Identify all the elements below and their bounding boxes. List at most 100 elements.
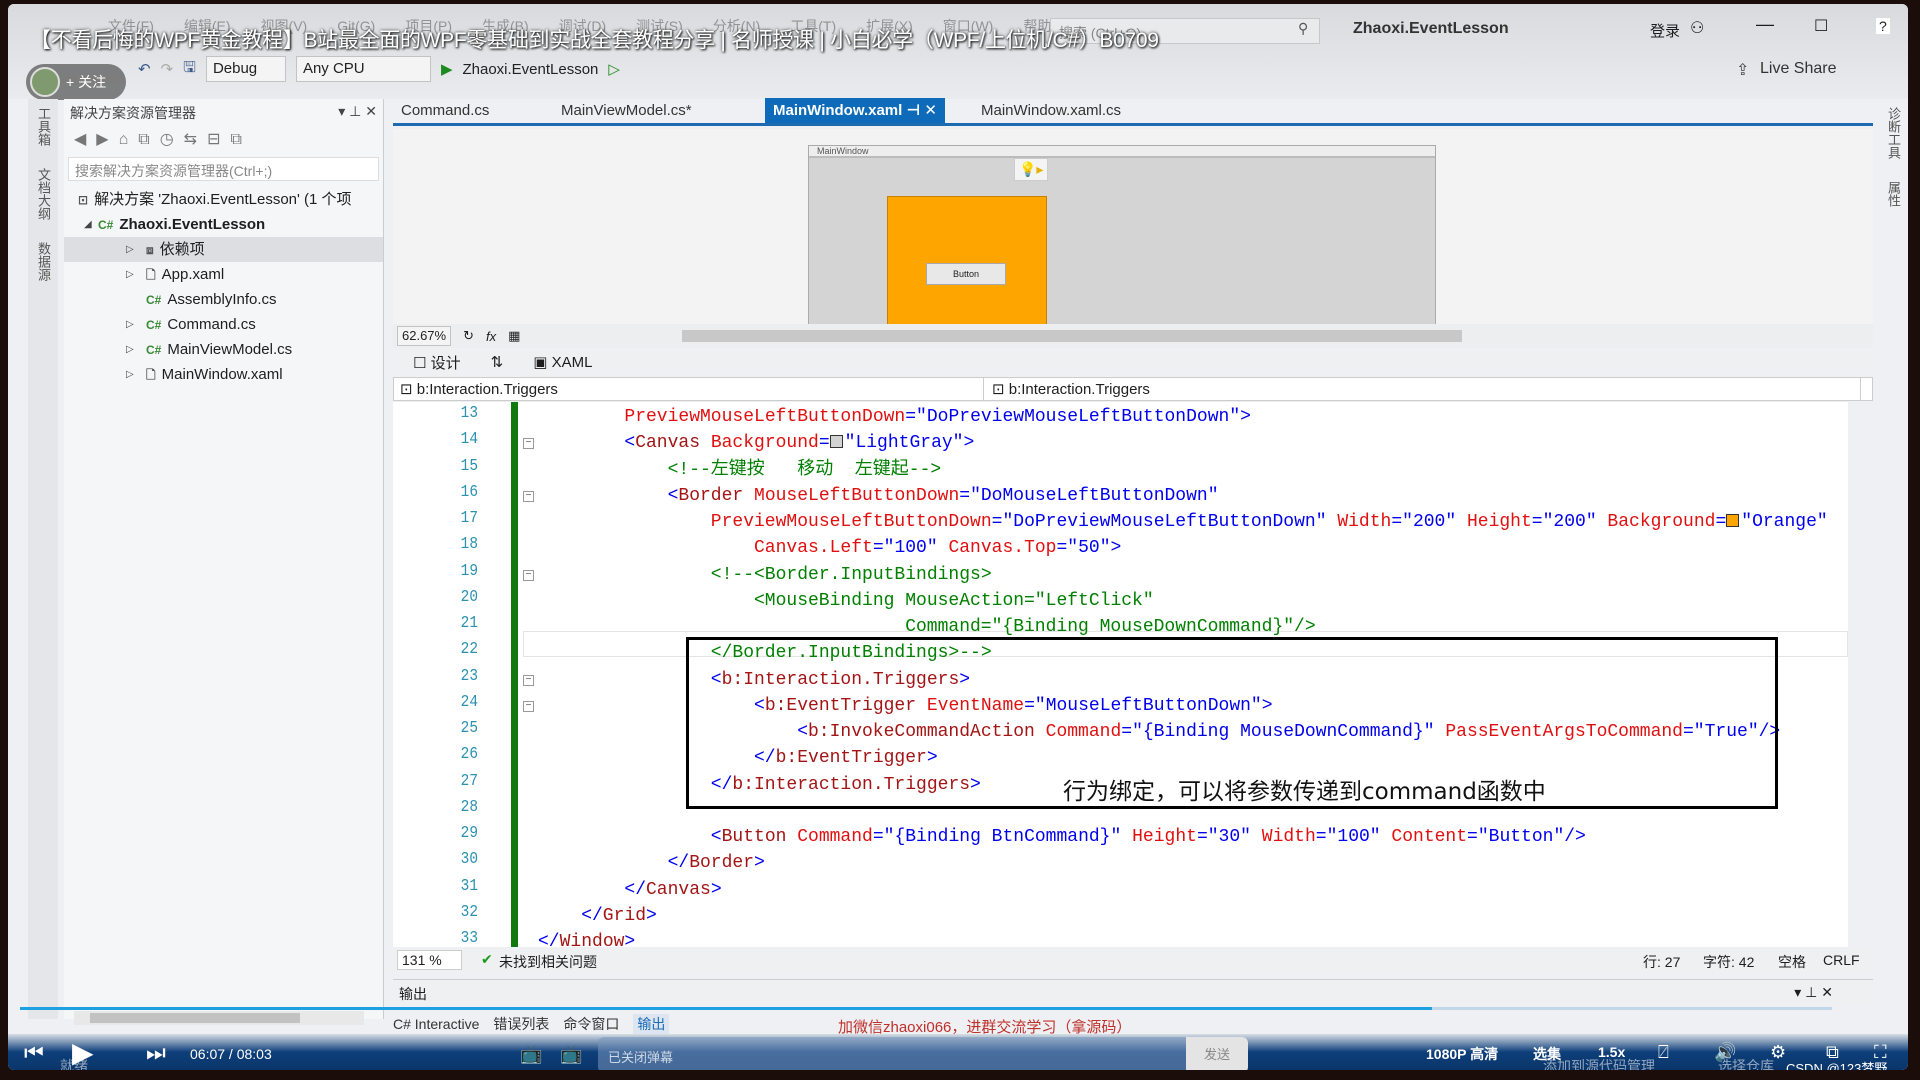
video-progress-played[interactable] bbox=[20, 1007, 1432, 1010]
color-swatch[interactable] bbox=[1726, 514, 1740, 527]
volume-icon[interactable]: 🔊 bbox=[1714, 1042, 1736, 1063]
start-icon[interactable]: ▶ bbox=[441, 60, 453, 78]
tree-item[interactable]: ▷ 🗋 App.xaml bbox=[64, 262, 383, 287]
collapse-icon[interactable]: − bbox=[523, 438, 534, 450]
spacing-indicator[interactable]: 空格 bbox=[1778, 952, 1806, 972]
code-line[interactable]: Canvas.Left="100" Canvas.Top="50"> bbox=[754, 535, 1121, 561]
bottom-tab[interactable]: 输出 bbox=[633, 1014, 670, 1034]
tab-mainwindow-xaml-cs[interactable]: MainWindow.xaml.cs bbox=[973, 98, 1129, 123]
video-progress-buffer[interactable] bbox=[1431, 1007, 1832, 1010]
close-tab-icon[interactable]: ✕ bbox=[924, 102, 937, 119]
maximize-button[interactable]: ☐ bbox=[1814, 16, 1828, 36]
tree-item[interactable]: ▷ 🗋 MainWindow.xaml bbox=[64, 362, 383, 387]
eol-indicator[interactable]: CRLF bbox=[1823, 952, 1860, 968]
tree-item[interactable]: ▷ ⧈ 依赖项 bbox=[64, 237, 383, 262]
code-line[interactable]: </Window> bbox=[538, 929, 635, 947]
grid-icon[interactable]: ▦ bbox=[508, 328, 520, 344]
bottom-tab[interactable]: 错误列表 bbox=[493, 1014, 549, 1034]
collapse-icon[interactable]: − bbox=[523, 674, 534, 686]
expand-arrow-icon[interactable]: ▷ bbox=[126, 337, 134, 362]
tree-item[interactable]: ◢ C# Zhaoxi.EventLesson bbox=[64, 212, 383, 237]
toolbox-tab[interactable]: 工具箱 bbox=[34, 107, 53, 146]
color-swatch[interactable] bbox=[829, 435, 843, 449]
designer-border[interactable]: Button bbox=[887, 196, 1047, 326]
send-button[interactable]: 发送 bbox=[1186, 1037, 1248, 1070]
designer-window[interactable]: MainWindow 💡▸ Button bbox=[808, 145, 1436, 326]
tab-command-cs[interactable]: Command.cs bbox=[393, 98, 497, 123]
tree-item[interactable]: ⊡ 解决方案 'Zhaoxi.EventLesson' (1 个项 bbox=[64, 187, 383, 212]
designer-zoom-dropdown[interactable]: 62.67% bbox=[397, 326, 452, 346]
config-dropdown[interactable]: Debug bbox=[205, 56, 286, 82]
tree-item[interactable]: ▷ C# MainViewModel.cs bbox=[64, 337, 383, 362]
undo-icon[interactable]: ↶ bbox=[138, 60, 151, 78]
code-line[interactable]: <!--左键按 移动 左键起--> bbox=[668, 457, 942, 483]
properties-tab[interactable]: 属性 bbox=[1884, 181, 1903, 207]
panel-controls[interactable]: ▾ ⊥ ✕ bbox=[338, 103, 377, 121]
code-line[interactable]: PreviewMouseLeftButtonDown="DoPreviewMou… bbox=[624, 404, 1251, 430]
save-icon[interactable]: 🖫 bbox=[183, 57, 196, 82]
designer-scrollbar[interactable] bbox=[682, 330, 1463, 342]
document-outline-tab[interactable]: 文档大纲 bbox=[34, 168, 53, 220]
code-line[interactable]: <Button Command="{Binding BtnCommand}" H… bbox=[711, 824, 1586, 850]
tab-mainwindow-xaml[interactable]: MainWindow.xaml ⊣ ✕ bbox=[765, 98, 945, 123]
fx-icon[interactable]: fx bbox=[486, 329, 496, 344]
quality-button[interactable]: 1080P 高清 bbox=[1426, 1044, 1498, 1064]
collapse-icon[interactable]: − bbox=[523, 490, 534, 502]
episodes-button[interactable]: 选集 bbox=[1533, 1044, 1561, 1064]
lightbulb-icon[interactable]: 💡▸ bbox=[1014, 158, 1049, 181]
pin-icon[interactable]: ⊣ bbox=[902, 102, 924, 119]
nav-dropdown-left[interactable]: ⊡ b:Interaction.Triggers bbox=[394, 378, 984, 400]
nav-dropdown-right[interactable]: ⊡ b:Interaction.Triggers bbox=[986, 378, 1861, 400]
expand-arrow-icon[interactable]: ▷ bbox=[126, 362, 134, 387]
play-icon[interactable]: ▶ bbox=[72, 1036, 94, 1069]
xaml-designer[interactable]: MainWindow 💡▸ Button bbox=[393, 129, 1873, 326]
swap-panes-icon[interactable]: ⇅ bbox=[491, 353, 504, 371]
subtitle-icon[interactable]: ⍁ bbox=[1658, 1042, 1669, 1063]
settings-icon[interactable]: ⚙ bbox=[1770, 1042, 1786, 1063]
refresh-icon[interactable]: ↻ bbox=[463, 328, 474, 344]
speed-button[interactable]: 1.5x bbox=[1598, 1044, 1625, 1060]
code-line[interactable]: <Canvas Background= "LightGray"> bbox=[624, 430, 974, 456]
start-without-debug-icon[interactable]: ▷ bbox=[608, 60, 620, 78]
code-line[interactable]: <!--<Border.InputBindings> bbox=[711, 562, 992, 588]
expand-arrow-icon[interactable]: ▷ bbox=[126, 262, 134, 287]
danmaku-input[interactable]: 已关闭弹幕 bbox=[598, 1037, 1248, 1070]
next-icon[interactable]: ⏭ bbox=[146, 1040, 166, 1066]
designer-button[interactable]: Button bbox=[926, 263, 1006, 285]
account-icon[interactable]: ⚇ bbox=[1690, 18, 1704, 38]
expand-arrow-icon[interactable]: ▷ bbox=[126, 312, 134, 337]
danmaku-settings-icon[interactable]: 📺 bbox=[560, 1044, 582, 1065]
code-line[interactable]: PreviewMouseLeftButtonDown="DoPreviewMou… bbox=[711, 509, 1828, 535]
minimize-button[interactable]: — bbox=[1756, 14, 1774, 35]
live-share-button[interactable]: Live Share bbox=[1760, 60, 1837, 78]
platform-dropdown[interactable]: Any CPU bbox=[295, 56, 431, 82]
login-link[interactable]: 登录 bbox=[1650, 20, 1680, 41]
diagnostics-tab[interactable]: 诊断工具 bbox=[1884, 107, 1903, 159]
bottom-tab[interactable]: C# Interactive bbox=[393, 1016, 479, 1032]
output-controls[interactable]: ▾ ⊥ ✕ bbox=[1794, 984, 1833, 1001]
run-target-button[interactable]: Zhaoxi.EventLesson bbox=[462, 61, 598, 78]
data-sources-tab[interactable]: 数据源 bbox=[34, 242, 53, 281]
code-line[interactable]: </Canvas> bbox=[624, 877, 721, 903]
expand-arrow-icon[interactable]: ◢ bbox=[84, 212, 92, 237]
xaml-tab[interactable]: ▣ XAML bbox=[533, 353, 592, 371]
code-line[interactable]: <MouseBinding MouseAction="LeftClick" bbox=[754, 588, 1154, 614]
tree-item[interactable]: ▷ C# Command.cs bbox=[64, 312, 383, 337]
issues-status[interactable]: 未找到相关问题 bbox=[499, 952, 597, 972]
solution-toolbar[interactable]: ◀▶⌂⧉◷⇆⊟⧉ bbox=[64, 125, 383, 155]
editor-zoom-dropdown[interactable]: 131 % bbox=[397, 950, 462, 970]
collapse-icon[interactable]: − bbox=[523, 700, 534, 712]
tab-mainviewmodel-cs-[interactable]: MainViewModel.cs* bbox=[553, 98, 700, 123]
collapse-icon[interactable]: − bbox=[523, 569, 534, 581]
feedback-icon[interactable]: ? bbox=[1876, 18, 1890, 34]
code-line[interactable]: </Border> bbox=[668, 850, 765, 876]
prev-icon[interactable]: ⏮ bbox=[24, 1040, 44, 1066]
solution-search-input[interactable]: 搜索解决方案资源管理器(Ctrl+;) bbox=[68, 157, 379, 181]
tree-item[interactable]: C# AssemblyInfo.cs bbox=[64, 287, 383, 312]
code-line[interactable]: <Border MouseLeftButtonDown="DoMouseLeft… bbox=[668, 483, 1219, 509]
expand-arrow-icon[interactable]: ▷ bbox=[126, 237, 134, 262]
horizontal-scrollbar[interactable] bbox=[74, 1011, 364, 1025]
redo-icon[interactable]: ↷ bbox=[161, 60, 174, 78]
bottom-tab[interactable]: 命令窗口 bbox=[563, 1014, 619, 1034]
danmaku-toggle-icon[interactable]: 📺 bbox=[520, 1044, 542, 1065]
